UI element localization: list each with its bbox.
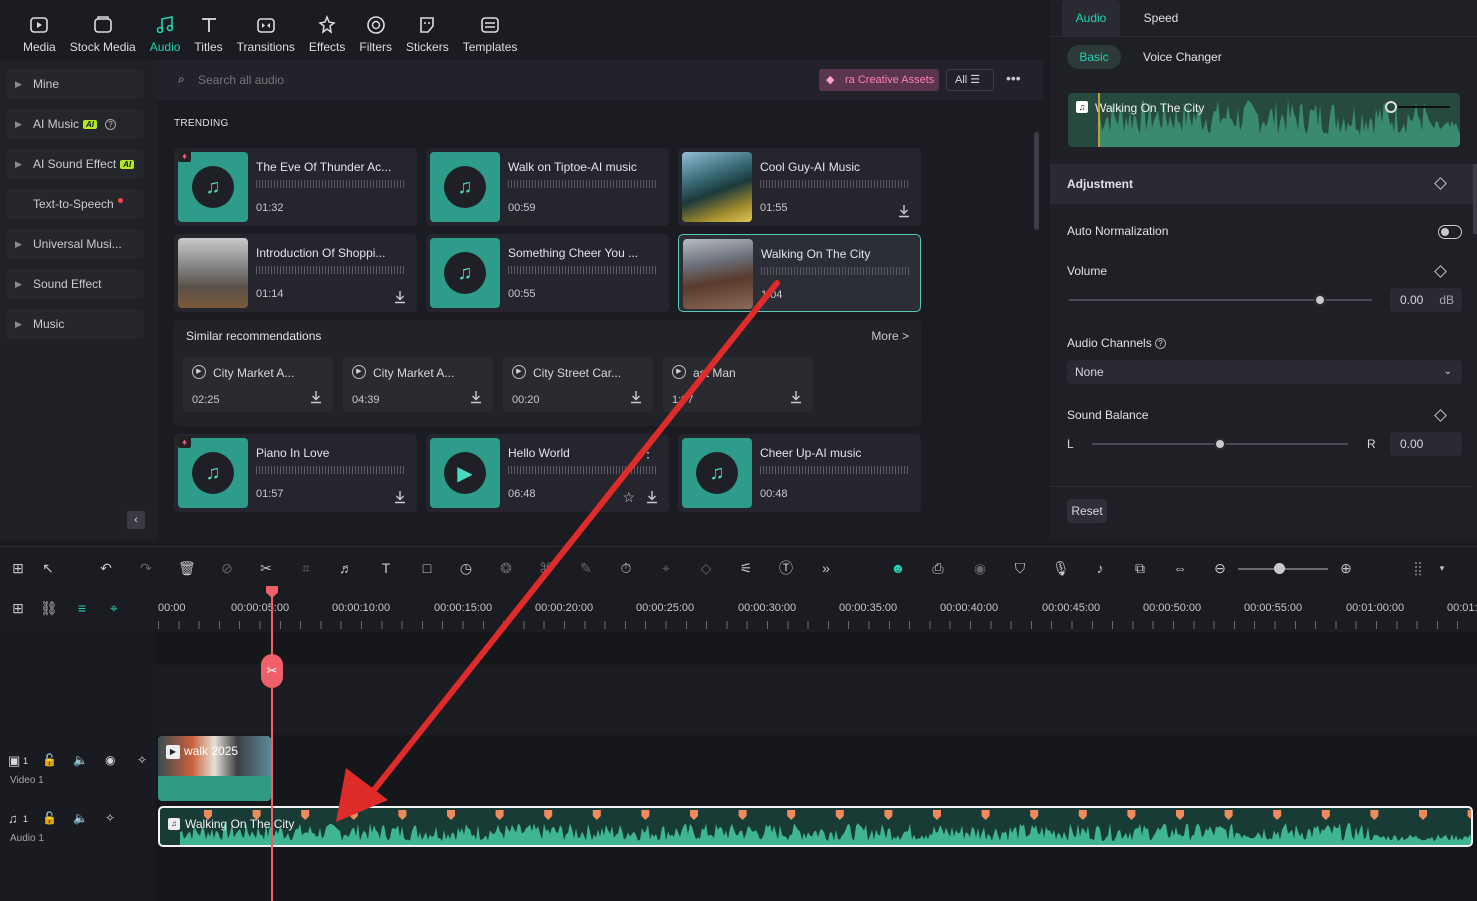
annotation-arrow xyxy=(336,280,780,822)
